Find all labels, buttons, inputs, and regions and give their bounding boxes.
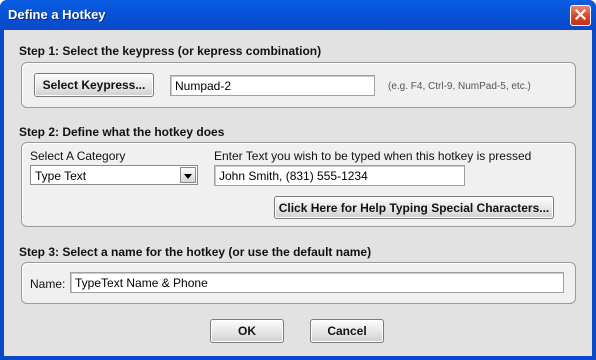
window-frame-right: [592, 30, 596, 360]
step2-group: Select A Category Type Text Enter Text y…: [21, 142, 576, 227]
window-frame-bottom: [0, 356, 596, 360]
text-to-type-field[interactable]: John Smith, (831) 555-1234: [214, 165, 465, 186]
cancel-label: Cancel: [327, 324, 367, 338]
chevron-down-icon: [184, 168, 192, 182]
dialog-body: Step 1: Select the keypress (or kepress …: [4, 30, 592, 356]
help-special-characters-button[interactable]: Click Here for Help Typing Special Chara…: [274, 196, 554, 219]
ok-button[interactable]: OK: [210, 319, 284, 343]
category-dropdown-button[interactable]: [180, 167, 196, 183]
cancel-button[interactable]: Cancel: [310, 319, 384, 343]
text-to-type-label: Enter Text you wish to be typed when thi…: [214, 149, 532, 163]
select-keypress-button[interactable]: Select Keypress...: [34, 73, 154, 97]
step1-title: Step 1: Select the keypress (or kepress …: [19, 44, 322, 58]
keypress-example-hint: (e.g. F4, Ctrl-9, NumPad-5, etc.): [388, 81, 531, 92]
step2-title: Step 2: Define what the hotkey does: [19, 125, 225, 139]
help-special-characters-label: Click Here for Help Typing Special Chara…: [278, 200, 550, 215]
category-label: Select A Category: [30, 149, 126, 163]
define-hotkey-dialog: Define a Hotkey Step 1: Select the keypr…: [0, 0, 596, 360]
close-button[interactable]: [570, 5, 591, 26]
ok-label: OK: [238, 324, 256, 338]
close-icon: [574, 7, 587, 25]
step1-group: Select Keypress... Numpad-2 (e.g. F4, Ct…: [21, 62, 576, 108]
category-select[interactable]: Type Text: [30, 165, 198, 185]
title-bar: Define a Hotkey: [0, 0, 596, 30]
category-selected-value: Type Text: [35, 169, 87, 183]
hotkey-name-field[interactable]: TypeText Name & Phone: [70, 272, 564, 293]
keypress-field[interactable]: Numpad-2: [170, 75, 375, 96]
step3-title: Step 3: Select a name for the hotkey (or…: [19, 245, 372, 259]
window-title: Define a Hotkey: [8, 7, 106, 22]
name-label: Name:: [30, 277, 66, 291]
step3-group: Name: TypeText Name & Phone: [21, 262, 576, 304]
select-keypress-label: Select Keypress...: [42, 78, 146, 92]
